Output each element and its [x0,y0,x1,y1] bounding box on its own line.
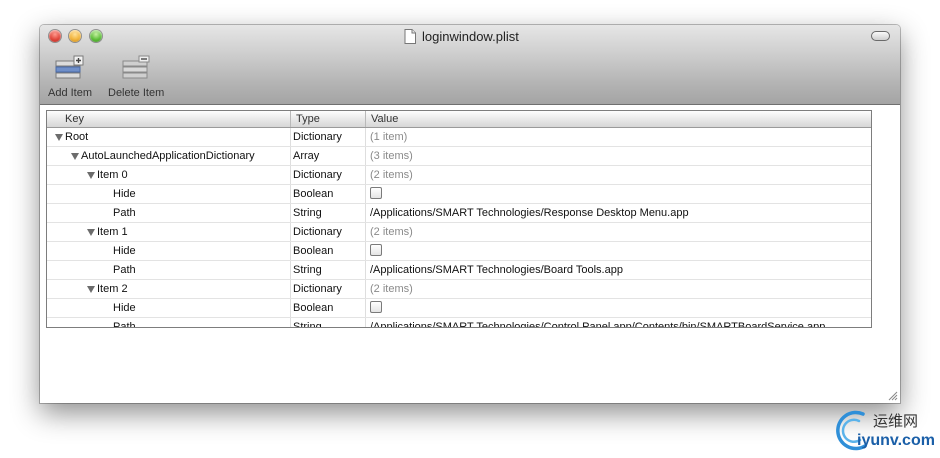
key-label: AutoLaunchedApplicationDictionary [81,150,255,162]
key-cell[interactable]: Hide [47,242,291,260]
type-cell[interactable]: Dictionary [291,223,366,241]
table-row[interactable]: Item 2 Dictionary (2 items) [47,280,871,299]
item-count-label: (2 items) [370,283,413,295]
column-header-key[interactable]: Key [47,111,291,127]
type-cell[interactable]: Boolean [291,242,366,260]
key-label: Hide [113,188,136,200]
key-label: Hide [113,245,136,257]
value-cell[interactable] [366,242,871,260]
table-body: Root Dictionary (1 item) AutoLaunchedApplic… [47,128,871,328]
table-row[interactable]: Item 1 Dictionary (2 items) [47,223,871,242]
disclosure-triangle-icon[interactable] [71,152,79,160]
value-label: /Applications/SMART Technologies/Control… [370,321,826,328]
disclosure-triangle-icon[interactable] [55,133,63,141]
key-label: Path [113,264,136,276]
add-item-icon [55,55,84,79]
key-label: Path [113,321,136,328]
key-label: Item 2 [97,283,128,295]
item-count-label: (2 items) [370,226,413,238]
key-label: Item 1 [97,226,128,238]
type-cell[interactable]: String [291,318,366,327]
type-cell[interactable]: Array [291,147,366,165]
resize-grip-icon[interactable] [888,391,898,401]
key-cell[interactable]: Path [47,204,291,222]
close-window-button[interactable] [49,30,61,42]
delete-item-icon [122,55,150,79]
type-cell[interactable]: String [291,261,366,279]
value-cell[interactable]: (2 items) [366,280,871,298]
title-bar: loginwindow.plist Add Item Delete Item [40,25,900,105]
value-cell[interactable] [366,185,871,203]
key-cell[interactable]: Path [47,318,291,328]
toolbar-toggle-button[interactable] [871,31,890,41]
plist-editor-window: loginwindow.plist Add Item Delete Item K… [40,25,900,403]
item-count-label: (1 item) [370,131,408,143]
key-cell[interactable]: Item 1 [47,223,291,241]
key-cell[interactable]: Path [47,261,291,279]
key-cell[interactable]: Item 0 [47,166,291,184]
table-row[interactable]: Root Dictionary (1 item) [47,128,871,147]
column-header-value[interactable]: Value [366,111,871,127]
key-cell[interactable]: Item 2 [47,280,291,298]
type-cell[interactable]: Dictionary [291,280,366,298]
type-cell[interactable]: Boolean [291,185,366,203]
value-cell[interactable]: (3 items) [366,147,871,165]
value-label: /Applications/SMART Technologies/Respons… [370,207,689,219]
table-row[interactable]: AutoLaunchedApplicationDictionary Array (3… [47,147,871,166]
type-cell[interactable]: Dictionary [291,166,366,184]
column-header-type[interactable]: Type [291,111,366,127]
table-row[interactable]: Hide Boolean [47,242,871,261]
disclosure-triangle-icon[interactable] [87,171,95,179]
value-cell[interactable]: (2 items) [366,223,871,241]
add-item-label: Add Item [48,87,93,99]
hide-checkbox[interactable] [370,244,382,257]
plist-outline-table[interactable]: Key Type Value Root Dictionary (1 item) Aut… [46,110,872,328]
add-item-button[interactable]: Add Item [48,55,92,99]
value-cell[interactable] [366,299,871,317]
watermark-url: iyunv.com [857,432,935,449]
key-label: Item 0 [97,169,128,181]
key-cell[interactable]: AutoLaunchedApplicationDictionary [47,147,291,165]
table-row[interactable]: Item 0 Dictionary (2 items) [47,166,871,185]
disclosure-triangle-icon[interactable] [87,285,95,293]
type-cell[interactable]: Boolean [291,299,366,317]
value-cell[interactable]: /Applications/SMART Technologies/Board T… [366,261,871,279]
key-cell[interactable]: Hide [47,299,291,317]
key-label: Root [65,131,89,143]
type-cell[interactable]: String [291,204,366,222]
key-cell[interactable]: Hide [47,185,291,203]
document-icon [404,28,416,44]
window-title-group: loginwindow.plist [404,27,519,45]
hide-checkbox[interactable] [370,301,382,314]
value-cell[interactable]: /Applications/SMART Technologies/Respons… [366,204,871,222]
table-row[interactable]: Path String/Applications/SMART Technologi… [47,318,871,328]
delete-item-button[interactable]: Delete Item [108,55,164,99]
item-count-label: (2 items) [370,169,413,181]
table-row[interactable]: Path String/Applications/SMART Technologi… [47,204,871,223]
watermark-site-name: 运维网 [873,413,919,430]
table-row[interactable]: Path String/Applications/SMART Technologi… [47,261,871,280]
table-row[interactable]: Hide Boolean [47,185,871,204]
delete-item-label: Delete Item [108,87,165,99]
key-label: Hide [113,302,136,314]
window-title: loginwindow.plist [422,28,519,44]
disclosure-triangle-icon[interactable] [87,228,95,236]
value-cell[interactable]: (2 items) [366,166,871,184]
key-cell[interactable]: Root [47,128,291,146]
table-row[interactable]: Hide Boolean [47,299,871,318]
value-cell[interactable]: /Applications/SMART Technologies/Control… [366,318,871,328]
hide-checkbox[interactable] [370,187,382,200]
zoom-window-button[interactable] [90,30,102,42]
watermark: 运维网 iyunv.com [833,408,935,454]
type-cell[interactable]: Dictionary [291,128,366,146]
value-cell[interactable]: (1 item) [366,128,871,146]
key-label: Path [113,207,136,219]
table-header: Key Type Value [47,111,871,128]
item-count-label: (3 items) [370,150,413,162]
value-label: /Applications/SMART Technologies/Board T… [370,264,623,276]
minimize-window-button[interactable] [69,30,81,42]
